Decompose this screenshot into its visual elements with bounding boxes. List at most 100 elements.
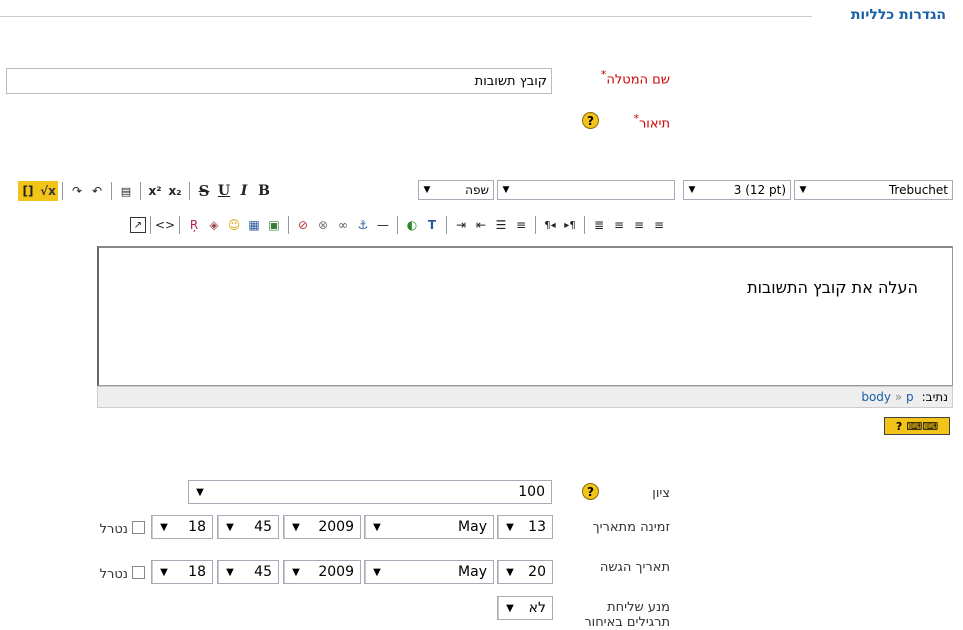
toolbar-separator: [397, 216, 398, 234]
bold-button[interactable]: B: [254, 181, 274, 201]
chevron-down-icon: ▼: [498, 561, 521, 583]
editor-content[interactable]: העלה את קובץ התשובות: [747, 278, 918, 297]
toolbar-separator: [150, 216, 151, 234]
text-color-icon[interactable]: T: [422, 215, 442, 235]
link-icon[interactable]: ∞: [333, 215, 353, 235]
horizontal-rule-icon[interactable]: —: [373, 215, 393, 235]
language-select[interactable]: ▼ שפה: [418, 180, 494, 200]
available-minute-value: 45: [254, 519, 272, 535]
due-day-value: 20: [528, 564, 546, 580]
due-year-select[interactable]: ▼ 2009: [283, 560, 361, 584]
spellcheck-icon[interactable]: ◈: [204, 215, 224, 235]
align-center-icon[interactable]: ≡: [629, 215, 649, 235]
chevron-down-icon: ▼: [284, 561, 307, 583]
due-hour-select[interactable]: ▼ 18: [151, 560, 213, 584]
toolbar-separator: [584, 216, 585, 234]
outdent-icon[interactable]: ⇤: [471, 215, 491, 235]
undo-icon[interactable]: ↶: [87, 181, 107, 201]
smiley-icon[interactable]: ☺: [224, 215, 244, 235]
grade-label: ציון: [652, 486, 670, 501]
chevron-down-icon: ▼: [152, 561, 175, 583]
strikethrough-button[interactable]: S: [194, 181, 214, 201]
toolbar-separator: [111, 182, 112, 200]
italic-button[interactable]: I: [234, 181, 254, 201]
path-p-link[interactable]: p: [906, 390, 914, 404]
due-disable-checkbox[interactable]: [132, 566, 145, 579]
redo-icon[interactable]: ↷: [67, 181, 87, 201]
chevron-down-icon: ▼: [284, 516, 307, 538]
grade-select[interactable]: ▼ 100: [188, 480, 552, 504]
due-minute-select[interactable]: ▼ 45: [217, 560, 279, 584]
image-icon[interactable]: ▣: [264, 215, 284, 235]
prevent-late-label: מנע שליחת תרגילים באיחור: [584, 600, 670, 630]
justify-full-icon[interactable]: ≣: [589, 215, 609, 235]
path-trail: body » p: [861, 390, 913, 404]
due-day-select[interactable]: ▼ 20: [497, 560, 553, 584]
prevent-late-select[interactable]: ▼ לא: [497, 596, 553, 620]
background-color-icon[interactable]: ◐: [402, 215, 422, 235]
path-label: נתיב:: [921, 390, 948, 404]
due-date-label: תאריך הגשה: [599, 560, 670, 575]
available-minute-select[interactable]: ▼ 45: [217, 515, 279, 539]
path-body-link[interactable]: body: [861, 390, 891, 404]
available-day-select[interactable]: ▼ 13: [497, 515, 553, 539]
description-help-icon[interactable]: ?: [582, 112, 599, 129]
numbered-list-icon[interactable]: ≡: [511, 215, 531, 235]
chevron-down-icon: ▼: [799, 185, 807, 195]
subscript-button[interactable]: x₂: [165, 181, 185, 201]
font-family-select[interactable]: ▼ Trebuchet: [794, 180, 953, 200]
anchor-icon[interactable]: ⚓: [353, 215, 373, 235]
keyboard-help-button[interactable]: ? ⌨⌨: [884, 417, 950, 435]
toolbar-separator: [288, 216, 289, 234]
available-month-select[interactable]: ▼ May: [364, 515, 494, 539]
superscript-button[interactable]: x²: [145, 181, 165, 201]
keyboard-help-mark: ?: [895, 419, 903, 433]
rich-text-editor[interactable]: העלה את קובץ התשובות: [97, 246, 953, 386]
brackets-icon[interactable]: []: [18, 181, 38, 201]
description-label: תיאור*: [590, 112, 670, 131]
align-left-icon[interactable]: ≡: [649, 215, 669, 235]
editor-toolbar-row1: [] √x ↷ ↶ ▤ x² x₂ S U I B: [18, 180, 274, 202]
style-select[interactable]: ▼: [497, 180, 675, 200]
search-replace-icon[interactable]: Ŗ: [184, 215, 204, 235]
chevron-down-icon: ▼: [152, 516, 175, 538]
equation-icon[interactable]: √x: [38, 181, 58, 201]
available-hour-select[interactable]: ▼ 18: [151, 515, 213, 539]
font-size-select[interactable]: ▼ 3 (12 pt): [683, 180, 791, 200]
underline-button[interactable]: U: [214, 181, 234, 201]
indent-icon[interactable]: ⇥: [451, 215, 471, 235]
path-separator: »: [894, 390, 903, 404]
editor-toolbar-row2: ↗ <> Ŗ ◈ ☺ ▦ ▣ ⊘ ⊗ ∞ ⚓ — ◐ T ⇥ ⇤ ☰ ≡ ¶◂ …: [130, 214, 669, 236]
chevron-down-icon: ▼: [502, 185, 510, 195]
assignment-name-label-text: שם המטלה: [606, 72, 670, 88]
rtl-direction-icon[interactable]: ¶◂: [540, 215, 560, 235]
prevent-late-value: לא: [528, 600, 546, 616]
unlink-icon[interactable]: ⊗: [313, 215, 333, 235]
available-year-value: 2009: [318, 519, 354, 535]
fullscreen-icon[interactable]: ↗: [130, 217, 146, 233]
bullet-list-icon[interactable]: ☰: [491, 215, 511, 235]
due-minute-value: 45: [254, 564, 272, 580]
chevron-down-icon: ▼: [688, 185, 696, 195]
chevron-down-icon: ▼: [365, 516, 388, 538]
due-month-select[interactable]: ▼ May: [364, 560, 494, 584]
paste-word-icon[interactable]: ▤: [116, 181, 136, 201]
chevron-down-icon: ▼: [423, 185, 431, 195]
description-label-text: תיאור: [638, 116, 670, 132]
section-divider: [0, 16, 812, 17]
due-month-value: May: [458, 564, 487, 580]
available-from-label: זמינה מתאריך: [592, 520, 670, 535]
grade-help-icon[interactable]: ?: [582, 483, 599, 500]
available-disable-checkbox[interactable]: [132, 521, 145, 534]
chevron-down-icon: ▼: [196, 486, 204, 498]
available-disable-label: נטרל: [99, 522, 128, 537]
ltr-direction-icon[interactable]: ▸¶: [560, 215, 580, 235]
align-right-icon[interactable]: ≡: [609, 215, 629, 235]
chevron-down-icon: ▼: [218, 516, 241, 538]
nolink-icon[interactable]: ⊘: [293, 215, 313, 235]
assignment-name-input[interactable]: [6, 68, 552, 94]
section-title[interactable]: הגדרות כלליות: [818, 7, 946, 23]
available-year-select[interactable]: ▼ 2009: [283, 515, 361, 539]
html-source-icon[interactable]: <>: [155, 215, 175, 235]
table-icon[interactable]: ▦: [244, 215, 264, 235]
